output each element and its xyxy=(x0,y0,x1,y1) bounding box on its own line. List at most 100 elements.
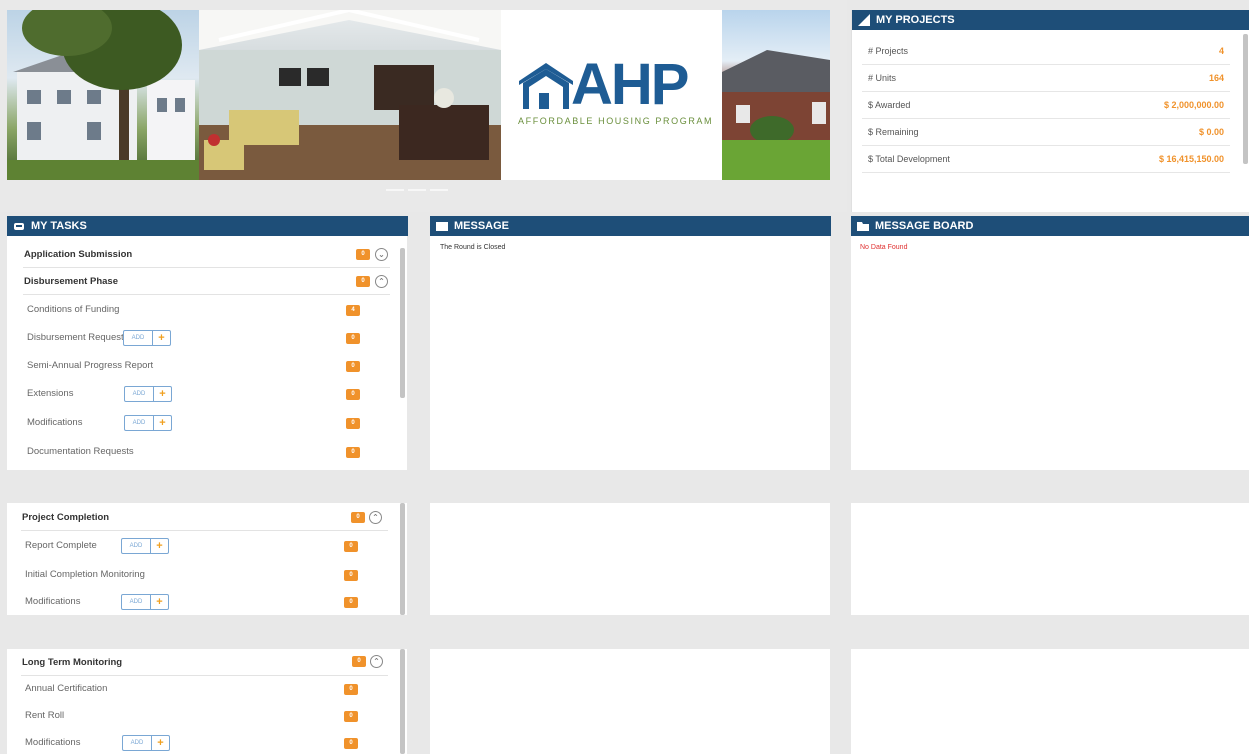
task-group-project-completion[interactable]: Project Completion 0 ⌃ xyxy=(21,504,388,531)
row-label: $ Remaining xyxy=(868,127,919,137)
message-text: The Round is Closed xyxy=(440,244,506,251)
message-board-title: MESSAGE BOARD xyxy=(875,220,974,232)
my-tasks-panel: Application Submission 0 ⌄ Disbursement … xyxy=(7,236,407,470)
folder-icon xyxy=(857,220,869,232)
count-badge: 0 xyxy=(351,512,365,523)
chevron-down-icon[interactable]: ⌄ xyxy=(375,248,388,261)
carousel-dot[interactable] xyxy=(430,189,448,191)
tasks-scrollbar[interactable] xyxy=(400,649,405,754)
count-badge: 0 xyxy=(346,447,360,458)
plus-icon: + xyxy=(158,332,165,344)
count-badge: 0 xyxy=(352,656,366,667)
interior-photo xyxy=(199,10,501,180)
add-report-complete-button[interactable]: ADD + xyxy=(121,538,169,554)
carousel-indicators[interactable] xyxy=(386,189,448,191)
banner-carousel: AHP AFFORDABLE HOUSING PROGRAM xyxy=(0,0,847,212)
task-item-disbursement-request[interactable]: Disbursement Request xyxy=(27,328,124,348)
tasks-scrollbar[interactable] xyxy=(400,248,405,398)
row-value: $ 0.00 xyxy=(1198,127,1224,137)
task-item-rent-roll[interactable]: Rent Roll xyxy=(25,706,64,726)
group-title: Project Completion xyxy=(22,512,110,523)
count-badge: 0 xyxy=(344,541,358,552)
long-term-monitoring-panel: Long Term Monitoring 0 ⌃ Annual Certific… xyxy=(7,649,407,754)
my-tasks-header: MY TASKS xyxy=(7,216,408,236)
count-badge: 0 xyxy=(346,418,360,429)
add-modification-button[interactable]: ADD + xyxy=(124,415,172,431)
count-badge: 0 xyxy=(346,389,360,400)
projects-row: # Units 164 xyxy=(862,65,1230,92)
task-group-application-submission[interactable]: Application Submission 0 ⌄ xyxy=(23,241,390,268)
add-modification-button[interactable]: ADD + xyxy=(121,594,169,610)
count-badge: 4 xyxy=(346,305,360,316)
ahp-logo: AHP AFFORDABLE HOUSING PROGRAM xyxy=(501,10,722,180)
tasks-scrollbar[interactable] xyxy=(400,503,405,615)
row-value: 164 xyxy=(1208,73,1224,83)
add-disbursement-request-button[interactable]: ADD + xyxy=(123,330,171,346)
count-badge: 0 xyxy=(346,361,360,372)
task-item-annual-certification[interactable]: Annual Certification xyxy=(25,679,107,699)
row-label: # Projects xyxy=(868,46,909,56)
my-projects-panel: MY PROJECTS # Projects 4 # Units 164 $ A… xyxy=(851,10,1249,212)
add-extension-button[interactable]: ADD + xyxy=(124,386,172,402)
plus-icon: + xyxy=(156,596,163,608)
inbox-icon xyxy=(13,220,25,232)
count-badge: 0 xyxy=(346,333,360,344)
row-value: 4 xyxy=(1218,46,1224,56)
chevron-up-icon[interactable]: ⌃ xyxy=(369,511,382,524)
carousel-dot[interactable] xyxy=(408,189,426,191)
task-item-conditions-of-funding[interactable]: Conditions of Funding xyxy=(27,300,119,320)
row-label: $ Awarded xyxy=(868,100,911,110)
message-panel: The Round is Closed xyxy=(430,236,830,470)
carousel-dot[interactable] xyxy=(386,189,404,191)
count-badge: 0 xyxy=(344,738,358,749)
message-board-header: MESSAGE BOARD xyxy=(851,216,1249,236)
add-label: ADD xyxy=(125,416,154,430)
task-group-disbursement-phase[interactable]: Disbursement Phase 0 ⌃ xyxy=(23,268,390,295)
plus-icon: + xyxy=(157,737,164,749)
group-title: Application Submission xyxy=(24,249,133,260)
task-item-documentation-requests[interactable]: Documentation Requests xyxy=(27,442,134,462)
chevron-up-icon[interactable]: ⌃ xyxy=(370,655,383,668)
task-item-modifications[interactable]: Modifications xyxy=(27,413,82,433)
message-panel-continued xyxy=(430,649,830,754)
add-label: ADD xyxy=(123,736,152,750)
house-photo xyxy=(7,10,199,180)
add-label: ADD xyxy=(124,331,153,345)
my-tasks-title: MY TASKS xyxy=(31,220,87,232)
projects-scrollbar[interactable] xyxy=(1243,34,1248,164)
task-item-report-complete[interactable]: Report Complete xyxy=(25,536,97,556)
message-panel-continued xyxy=(430,503,830,615)
my-projects-title: MY PROJECTS xyxy=(876,14,955,26)
task-item-modifications[interactable]: Modifications xyxy=(25,592,80,612)
projects-row: # Projects 4 xyxy=(862,38,1230,65)
group-title: Disbursement Phase xyxy=(24,276,118,287)
count-badge: 0 xyxy=(344,597,358,608)
add-modification-button[interactable]: ADD + xyxy=(122,735,170,751)
count-badge: 0 xyxy=(344,570,358,581)
add-label: ADD xyxy=(125,387,154,401)
task-group-long-term-monitoring[interactable]: Long Term Monitoring 0 ⌃ xyxy=(21,649,388,676)
task-item-semi-annual-progress-report[interactable]: Semi-Annual Progress Report xyxy=(27,356,153,376)
chevron-up-icon[interactable]: ⌃ xyxy=(375,275,388,288)
add-label: ADD xyxy=(122,539,151,553)
my-projects-header: MY PROJECTS xyxy=(852,10,1249,30)
row-value: $ 2,000,000.00 xyxy=(1163,100,1224,110)
count-badge: 0 xyxy=(356,249,370,260)
plus-icon: + xyxy=(156,540,163,552)
message-board-text: No Data Found xyxy=(860,244,908,251)
add-label: ADD xyxy=(122,595,151,609)
logo-subtitle: AFFORDABLE HOUSING PROGRAM xyxy=(518,116,714,126)
task-item-modifications[interactable]: Modifications xyxy=(25,733,80,753)
projects-row: $ Total Development $ 16,415,150.00 xyxy=(862,146,1230,173)
task-item-initial-completion-monitoring[interactable]: Initial Completion Monitoring xyxy=(25,565,145,585)
brick-house-photo xyxy=(722,10,830,180)
logo-title: AHP xyxy=(571,52,689,117)
row-label: # Units xyxy=(868,73,897,83)
task-item-extensions[interactable]: Extensions xyxy=(27,384,73,404)
bar-chart-icon xyxy=(858,14,870,26)
row-value: $ 16,415,150.00 xyxy=(1158,154,1224,164)
count-badge: 0 xyxy=(356,276,370,287)
plus-icon: + xyxy=(159,417,166,429)
projects-row: $ Remaining $ 0.00 xyxy=(862,119,1230,146)
count-badge: 0 xyxy=(344,684,358,695)
